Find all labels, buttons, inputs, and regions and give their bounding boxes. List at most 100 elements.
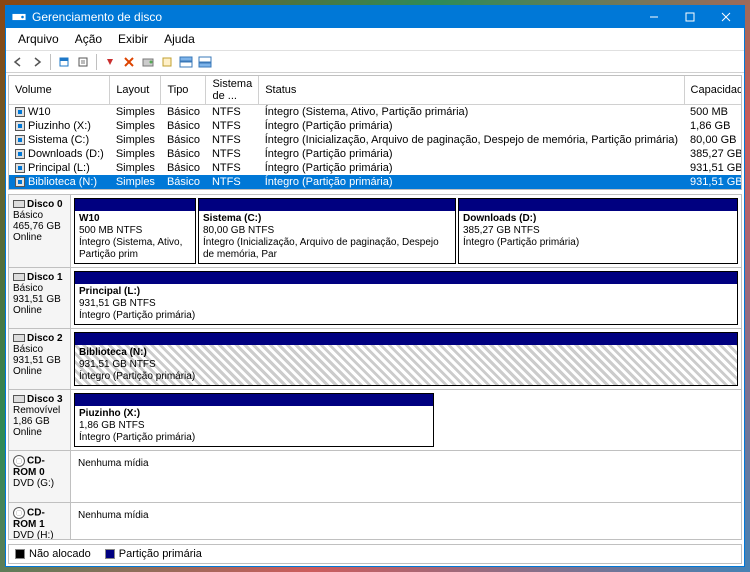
menu-action[interactable]: Ação [67, 30, 110, 48]
layout-bottom-button[interactable] [197, 54, 213, 70]
cell-layout: Simples [110, 147, 161, 161]
partition-name: W10 [79, 213, 100, 224]
delete-button[interactable] [121, 54, 137, 70]
menu-file[interactable]: Arquivo [10, 30, 67, 48]
disk-row[interactable]: CD-ROM 1DVD (H:)Nenhuma mídia [9, 503, 741, 540]
layout-top-button[interactable] [178, 54, 194, 70]
col-volume[interactable]: Volume [9, 76, 110, 105]
partition-body: Sistema (C:)80,00 GB NTFSÍntegro (Inicia… [199, 211, 455, 263]
menu-view[interactable]: Exibir [110, 30, 156, 48]
cell-fs: NTFS [206, 119, 259, 133]
disk-kind: DVD (G:) [13, 478, 54, 489]
volume-icon [15, 149, 25, 159]
partition-body: Principal (L:)931,51 GB NTFSÍntegro (Par… [75, 284, 737, 324]
col-status[interactable]: Status [259, 76, 684, 105]
table-row[interactable]: Piuzinho (X:)SimplesBásicoNTFSÍntegro (P… [9, 119, 742, 133]
menu-help[interactable]: Ajuda [156, 30, 203, 48]
disk-header[interactable]: Disco 2Básico931,51 GBOnline [9, 329, 71, 389]
volume-icon [15, 177, 25, 187]
maximize-button[interactable] [672, 6, 708, 28]
partition-bar [75, 394, 433, 406]
table-row[interactable]: Downloads (D:)SimplesBásicoNTFSÍntegro (… [9, 147, 742, 161]
cell-status: Íntegro (Partição primária) [259, 161, 684, 175]
col-layout[interactable]: Layout [110, 76, 161, 105]
partition-bar [459, 199, 737, 211]
disk-size: 931,51 GB [13, 355, 61, 366]
cell-type: Básico [161, 147, 206, 161]
table-row[interactable]: Principal (L:)SimplesBásicoNTFSÍntegro (… [9, 161, 742, 175]
disk-kind: Básico [13, 344, 43, 355]
toolbar-separator [50, 54, 51, 70]
disk-kind: Básico [13, 210, 43, 221]
col-capacity[interactable]: Capacidade [684, 76, 742, 105]
table-row[interactable]: W10SimplesBásicoNTFSÍntegro (Sistema, At… [9, 105, 742, 120]
cd-icon [13, 455, 25, 467]
help-button[interactable] [159, 54, 175, 70]
col-type[interactable]: Tipo [161, 76, 206, 105]
disk-row[interactable]: Disco 2Básico931,51 GBOnlineBiblioteca (… [9, 329, 741, 390]
disk-header[interactable]: CD-ROM 0DVD (G:) [9, 451, 71, 502]
titlebar[interactable]: Gerenciamento de disco [6, 6, 744, 28]
refresh-button[interactable] [56, 54, 72, 70]
partition[interactable]: Sistema (C:)80,00 GB NTFSÍntegro (Inicia… [198, 198, 456, 264]
close-button[interactable] [708, 6, 744, 28]
cell-volume: Sistema (C:) [9, 133, 110, 147]
disk-header[interactable]: Disco 1Básico931,51 GBOnline [9, 268, 71, 328]
partition[interactable]: Piuzinho (X:)1,86 GB NTFSÍntegro (Partiç… [74, 393, 434, 447]
partition-body: Biblioteca (N:)931,51 GB NTFSÍntegro (Pa… [75, 345, 737, 385]
disk-partitions: Principal (L:)931,51 GB NTFSÍntegro (Par… [71, 268, 741, 328]
volume-table: Volume Layout Tipo Sistema de ... Status… [9, 76, 742, 189]
cell-volume: Principal (L:) [9, 161, 110, 175]
cell-capacity: 385,27 GB [684, 147, 742, 161]
table-row[interactable]: Biblioteca (N:)SimplesBásicoNTFSÍntegro … [9, 175, 742, 189]
partition-bar [75, 199, 195, 211]
partition-name: Principal (L:) [79, 286, 140, 297]
forward-button[interactable] [29, 54, 45, 70]
disk-id: Disco 3 [27, 394, 63, 405]
table-row[interactable]: Sistema (C:)SimplesBásicoNTFSÍntegro (In… [9, 133, 742, 147]
partition-name: Downloads (D:) [463, 213, 536, 224]
volume-icon [15, 107, 25, 117]
cell-type: Básico [161, 119, 206, 133]
app-icon [12, 10, 26, 24]
action-button[interactable] [102, 54, 118, 70]
disk-header[interactable]: Disco 3Removível1,86 GBOnline [9, 390, 71, 450]
disk-state: Online [13, 232, 42, 243]
cell-capacity: 931,51 GB [684, 175, 742, 189]
volume-list[interactable]: Volume Layout Tipo Sistema de ... Status… [8, 75, 742, 190]
partition[interactable]: Biblioteca (N:)931,51 GB NTFSÍntegro (Pa… [74, 332, 738, 386]
disk-partitions: Biblioteca (N:)931,51 GB NTFSÍntegro (Pa… [71, 329, 741, 389]
partition-status: Íntegro (Inicialização, Arquivo de pagin… [203, 237, 439, 260]
cell-fs: NTFS [206, 161, 259, 175]
col-fs[interactable]: Sistema de ... [206, 76, 259, 105]
partition-bar [75, 272, 737, 284]
volume-icon [15, 121, 25, 131]
partition-status: Íntegro (Partição primária) [463, 237, 579, 248]
disk-icon [13, 334, 25, 342]
disk-row[interactable]: Disco 1Básico931,51 GBOnlinePrincipal (L… [9, 268, 741, 329]
cell-fs: NTFS [206, 175, 259, 189]
disk-partitions: Nenhuma mídia [71, 503, 741, 540]
properties-button[interactable] [75, 54, 91, 70]
settings-button[interactable] [140, 54, 156, 70]
partition-status: Íntegro (Partição primária) [79, 371, 195, 382]
partition-bar [75, 333, 737, 345]
partition-size: 385,27 GB NTFS [463, 225, 540, 236]
minimize-button[interactable] [636, 6, 672, 28]
partition-size: 931,51 GB NTFS [79, 298, 156, 309]
partition-body: Piuzinho (X:)1,86 GB NTFSÍntegro (Partiç… [75, 406, 433, 446]
back-button[interactable] [10, 54, 26, 70]
partition[interactable]: Downloads (D:)385,27 GB NTFSÍntegro (Par… [458, 198, 738, 264]
disk-row[interactable]: Disco 0Básico465,76 GBOnlineW10500 MB NT… [9, 195, 741, 268]
disk-header[interactable]: Disco 0Básico465,76 GBOnline [9, 195, 71, 267]
disk-state: Online [13, 427, 42, 438]
disk-row[interactable]: Disco 3Removível1,86 GBOnlinePiuzinho (X… [9, 390, 741, 451]
cell-status: Íntegro (Sistema, Ativo, Partição primár… [259, 105, 684, 120]
disk-row[interactable]: CD-ROM 0DVD (G:)Nenhuma mídia [9, 451, 741, 503]
partition[interactable]: W10500 MB NTFSÍntegro (Sistema, Ativo, P… [74, 198, 196, 264]
disk-header[interactable]: CD-ROM 1DVD (H:) [9, 503, 71, 540]
cell-type: Básico [161, 161, 206, 175]
disk-graphical-view[interactable]: Disco 0Básico465,76 GBOnlineW10500 MB NT… [8, 194, 742, 540]
cell-capacity: 500 MB [684, 105, 742, 120]
partition[interactable]: Principal (L:)931,51 GB NTFSÍntegro (Par… [74, 271, 738, 325]
